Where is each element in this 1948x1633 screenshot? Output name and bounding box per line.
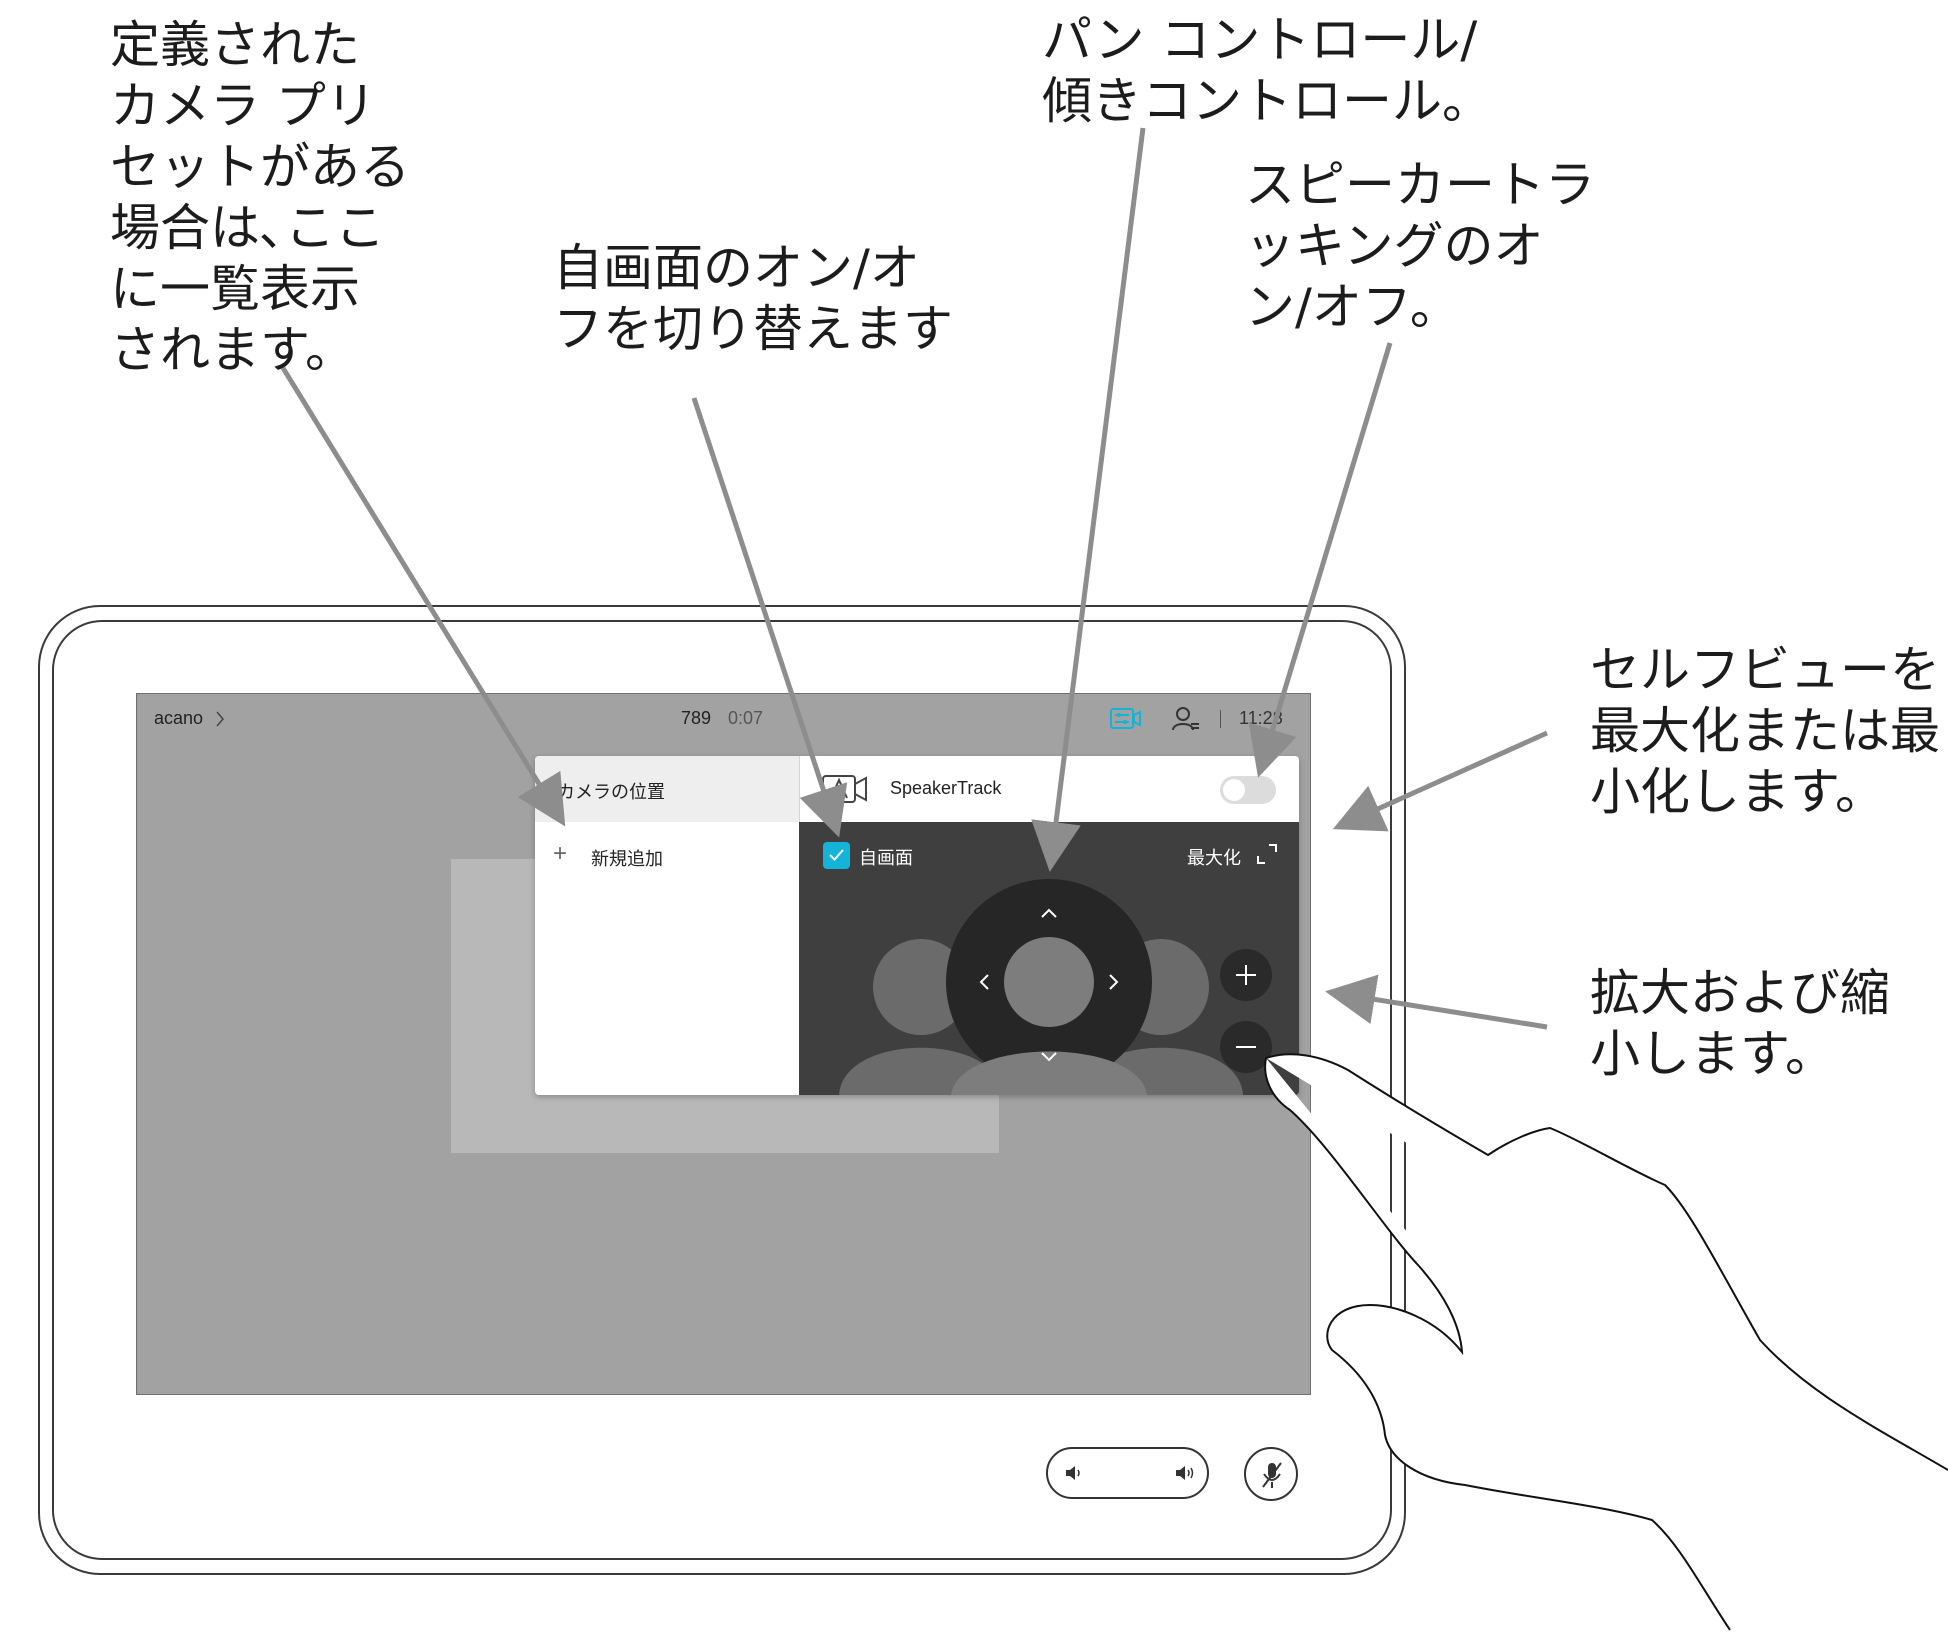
hand-illustration	[1264, 1053, 1948, 1631]
